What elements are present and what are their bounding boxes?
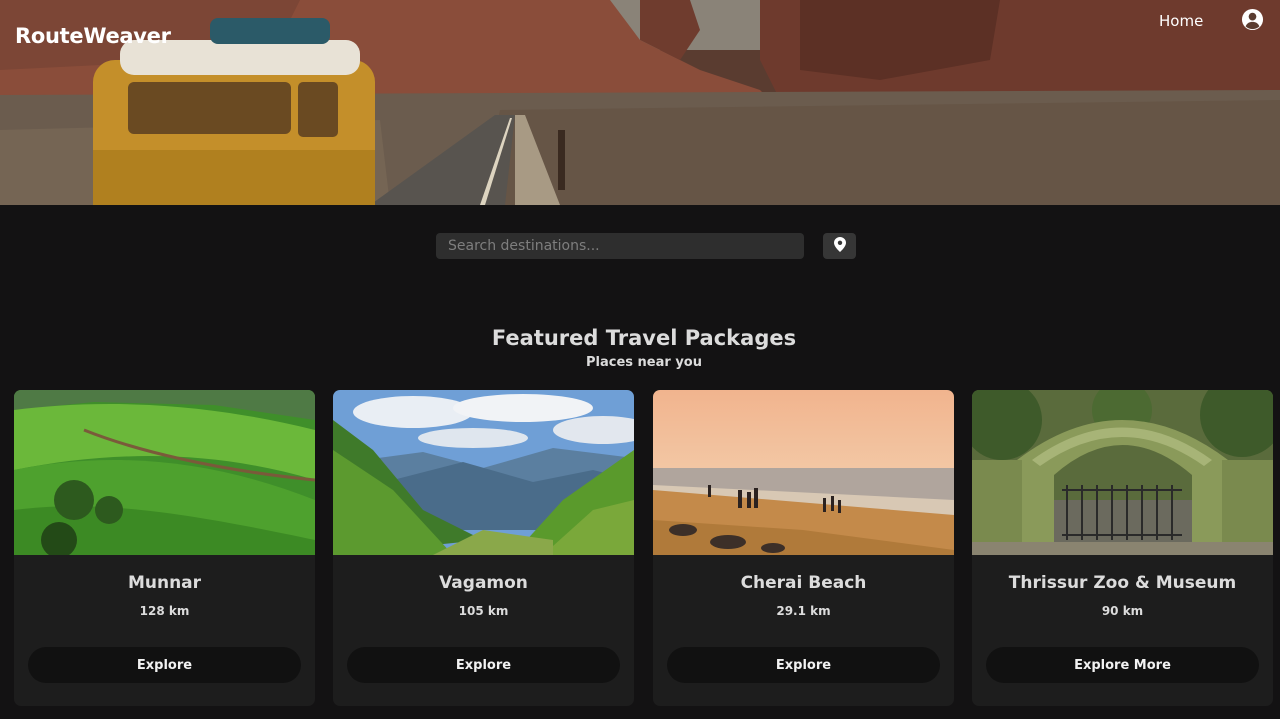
card-distance: 29.1 km [776,604,831,618]
card-title: Munnar [127,573,202,593]
explore-more-button[interactable]: Explore More [986,647,1259,683]
section-subtitle: Places near you [586,355,702,370]
card-title: Vagamon [439,573,528,593]
hero-banner: RouteWeaver Home [0,0,1280,205]
map-pin-icon [833,236,846,256]
search-input[interactable] [436,233,804,259]
user-circle-icon[interactable] [1241,8,1264,31]
card-distance: 90 km [1101,604,1144,618]
section-title: Featured Travel Packages [491,326,797,350]
card-title: Thrissur Zoo & Museum [1008,573,1237,593]
card-image [333,390,634,555]
brand-logo[interactable]: RouteWeaver [15,24,171,48]
card-image [972,390,1273,555]
search-bar [436,233,804,259]
explore-button[interactable]: Explore [347,647,620,683]
explore-button[interactable]: Explore [28,647,301,683]
card-image [653,390,954,555]
package-card-cherai-beach: Cherai Beach 29.1 km Explore [653,390,954,706]
explore-button[interactable]: Explore [667,647,940,683]
package-card-thrissur-zoo: Thrissur Zoo & Museum 90 km Explore More [972,390,1273,706]
hero-image [0,0,1280,205]
card-distance: 105 km [458,604,509,618]
package-card-vagamon: Vagamon 105 km Explore [333,390,634,706]
nav-home-link[interactable]: Home [1159,12,1203,30]
package-card-munnar: Munnar 128 km Explore [14,390,315,706]
card-image [14,390,315,555]
card-title: Cherai Beach [740,573,867,593]
location-button[interactable] [823,233,856,259]
card-distance: 128 km [139,604,190,618]
